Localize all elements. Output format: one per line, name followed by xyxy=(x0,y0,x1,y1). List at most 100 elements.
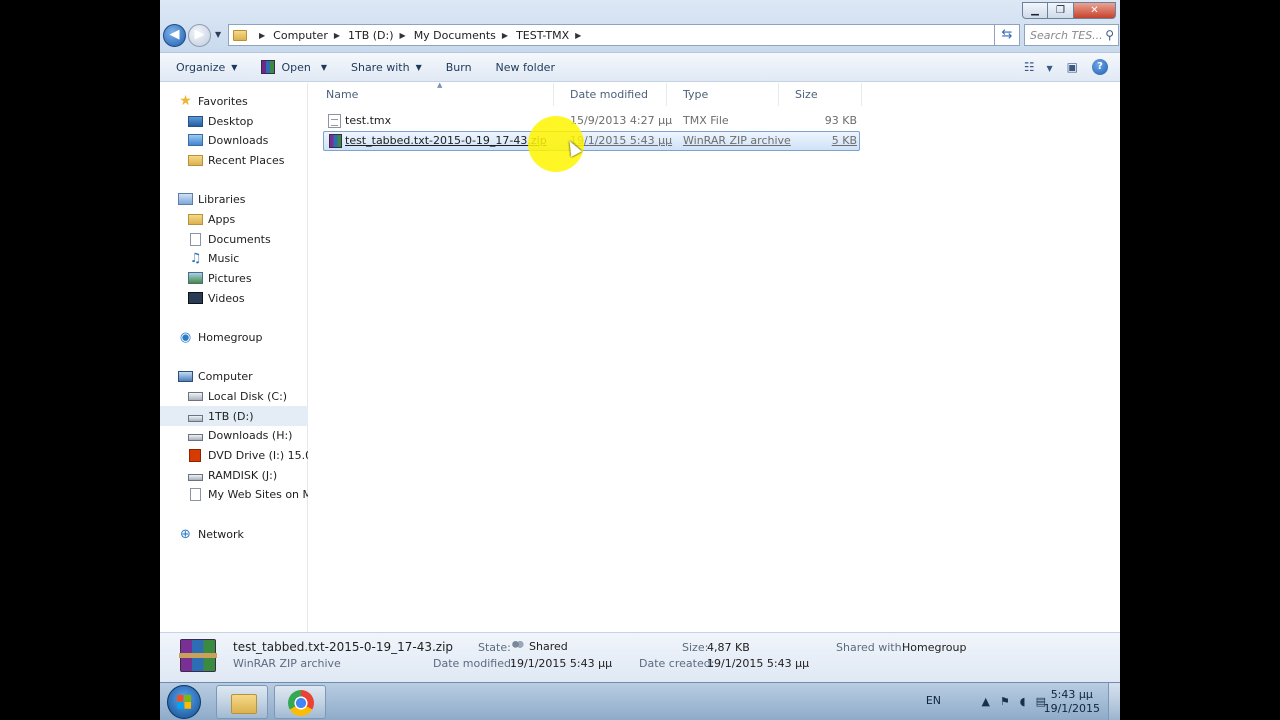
recent-places-icon xyxy=(188,154,203,166)
file-size: 93 KB xyxy=(824,114,857,127)
nav-music[interactable]: ♫ Music xyxy=(160,248,308,268)
nav-videos[interactable]: Videos xyxy=(160,288,308,308)
nav-label: Recent Places xyxy=(208,153,285,167)
apps-library-icon xyxy=(188,213,203,225)
chevron-down-icon[interactable]: ▼ xyxy=(1047,64,1053,73)
share-with-label: Share with xyxy=(350,60,410,74)
volume-icon[interactable]: ◖ xyxy=(1020,695,1026,708)
breadcrumb[interactable]: ▶ Computer ▶ 1TB (D:) ▶ My Documents ▶ TEST… xyxy=(228,24,1019,46)
nav-dvd-drive[interactable]: DVD Drive (I:) 15.0.4454 xyxy=(160,445,308,465)
winrar-archive-icon xyxy=(179,639,217,672)
taskbar-explorer-button[interactable] xyxy=(216,685,268,719)
folder-icon xyxy=(233,29,247,41)
nav-label: Desktop xyxy=(208,114,254,128)
nav-libraries[interactable]: Libraries xyxy=(160,189,308,209)
preview-pane-button[interactable]: ▣ xyxy=(1067,60,1078,74)
details-modified-label: Date modified: xyxy=(433,657,515,670)
chevron-right-icon[interactable]: ▶ xyxy=(502,31,508,40)
nav-downloads-h[interactable]: Downloads (H:) xyxy=(160,425,308,445)
column-header-name[interactable]: Name ▲ xyxy=(309,81,554,106)
hard-drive-icon xyxy=(188,473,203,481)
search-icon: ⚲ xyxy=(1105,28,1114,42)
details-filetype: WinRAR ZIP archive xyxy=(233,657,341,670)
minimize-button[interactable]: ▁ xyxy=(1022,2,1048,19)
column-label: Type xyxy=(683,88,709,101)
recent-pages-dropdown[interactable]: ▼ xyxy=(215,30,221,39)
nav-ramdisk[interactable]: RAMDISK (J:) xyxy=(160,465,308,485)
libraries-icon xyxy=(178,193,193,205)
nav-local-disk-c[interactable]: Local Disk (C:) xyxy=(160,386,308,406)
organize-button[interactable]: Organize ▼ xyxy=(166,55,247,79)
nav-computer[interactable]: Computer xyxy=(160,366,308,386)
sort-ascending-icon: ▲ xyxy=(437,81,443,89)
show-hidden-icons-button[interactable]: ▲ xyxy=(981,695,989,708)
maximize-button[interactable]: ❐ xyxy=(1048,2,1074,19)
column-header-size[interactable]: Size xyxy=(779,83,862,106)
command-bar: Organize ▼ Open ▼ Share with ▼ Burn New … xyxy=(160,53,1120,82)
breadcrumb-separator[interactable]: ▶ xyxy=(253,31,273,40)
preview-pane-icon: ▣ xyxy=(1066,60,1078,74)
language-indicator[interactable]: EN xyxy=(926,694,941,707)
new-folder-button[interactable]: New folder xyxy=(486,55,565,79)
nav-network[interactable]: ⊕ Network xyxy=(160,524,308,544)
winrar-icon xyxy=(261,60,276,74)
nav-1tb-d[interactable]: 1TB (D:) xyxy=(160,406,308,426)
nav-favorites[interactable]: ★ Favorites xyxy=(160,91,308,111)
file-date: 15/9/2013 4:27 μμ xyxy=(570,114,673,127)
shared-users-icon xyxy=(511,640,524,651)
file-row[interactable]: test.tmx 15/9/2013 4:27 μμ TMX File 93 K… xyxy=(323,112,860,132)
nav-documents[interactable]: Documents xyxy=(160,229,308,249)
chevron-right-icon[interactable]: ▶ xyxy=(575,31,581,40)
chevron-right-icon[interactable]: ▶ xyxy=(400,31,406,40)
nav-label: Network xyxy=(198,527,244,541)
navigation-pane[interactable]: ★ Favorites Desktop Downloads Recent Plac… xyxy=(160,83,308,632)
close-button[interactable]: ✕ xyxy=(1074,2,1116,19)
column-header-type[interactable]: Type xyxy=(667,83,779,106)
pictures-icon xyxy=(188,272,203,284)
search-input[interactable]: Search TES... ⚲ xyxy=(1024,24,1119,46)
nav-label: Documents xyxy=(208,232,271,246)
change-view-button[interactable]: ☷ ▼ xyxy=(1024,60,1053,74)
clock[interactable]: 5:43 μμ 19/1/2015 xyxy=(1044,688,1100,716)
nav-desktop[interactable]: Desktop xyxy=(160,111,308,131)
breadcrumb-drive[interactable]: 1TB (D:) ▶ xyxy=(348,29,414,42)
column-header-date-modified[interactable]: Date modified xyxy=(554,83,667,106)
nav-homegroup[interactable]: ◉ Homegroup xyxy=(160,327,308,347)
breadcrumb-label: 1TB (D:) xyxy=(348,28,394,42)
details-shared-value: Homegroup xyxy=(902,641,967,654)
breadcrumb-test-tmx[interactable]: TEST-TMX ▶ xyxy=(516,29,589,42)
chevron-down-icon[interactable]: ▼ xyxy=(321,63,327,72)
nav-pictures[interactable]: Pictures xyxy=(160,268,308,288)
start-button[interactable] xyxy=(167,685,201,719)
nav-recent-places[interactable]: Recent Places xyxy=(160,150,308,170)
file-name[interactable]: test.tmx xyxy=(345,112,391,130)
office-disc-icon xyxy=(189,448,201,462)
taskbar: EN ▲ ⚑ ◖ ▤ 5:43 μμ 19/1/2015 xyxy=(160,682,1120,720)
file-name[interactable]: test_tabbed.txt-2015-0-19_17-43.zip xyxy=(345,132,547,150)
network-icon: ⊕ xyxy=(180,526,191,542)
back-button[interactable]: ◀ xyxy=(163,24,186,47)
system-tray: ▲ ⚑ ◖ ▤ xyxy=(981,695,1046,708)
chevron-right-icon: ▶ xyxy=(259,30,266,40)
refresh-icon: ⇆ xyxy=(1001,27,1013,42)
homegroup-icon: ◉ xyxy=(179,329,192,345)
file-row-selected[interactable]: test_tabbed.txt-2015-0-19_17-43.zip 19/1… xyxy=(323,131,860,151)
nav-apps[interactable]: Apps xyxy=(160,209,308,229)
nav-my-web-sites[interactable]: My Web Sites on MSN xyxy=(160,484,308,504)
taskbar-chrome-button[interactable] xyxy=(274,685,326,719)
burn-button[interactable]: Burn xyxy=(436,55,482,79)
nav-downloads[interactable]: Downloads xyxy=(160,130,308,150)
open-button[interactable]: Open ▼ xyxy=(251,55,337,79)
refresh-button[interactable]: ⇆ xyxy=(994,24,1020,46)
help-button[interactable]: ? xyxy=(1092,59,1108,75)
burn-label: Burn xyxy=(445,60,472,74)
action-center-icon[interactable]: ⚑ xyxy=(1000,695,1010,708)
show-desktop-button[interactable] xyxy=(1108,683,1120,720)
file-list[interactable]: Name ▲ Date modified Type Size test.tmx … xyxy=(309,81,1120,632)
share-with-button[interactable]: Share with ▼ xyxy=(341,55,432,79)
breadcrumb-computer[interactable]: Computer ▶ xyxy=(273,29,348,42)
chevron-right-icon[interactable]: ▶ xyxy=(334,31,340,40)
forward-button[interactable]: ▶ xyxy=(188,24,211,47)
breadcrumb-my-documents[interactable]: My Documents ▶ xyxy=(414,29,516,42)
list-view-icon: ☷ xyxy=(1023,60,1035,74)
